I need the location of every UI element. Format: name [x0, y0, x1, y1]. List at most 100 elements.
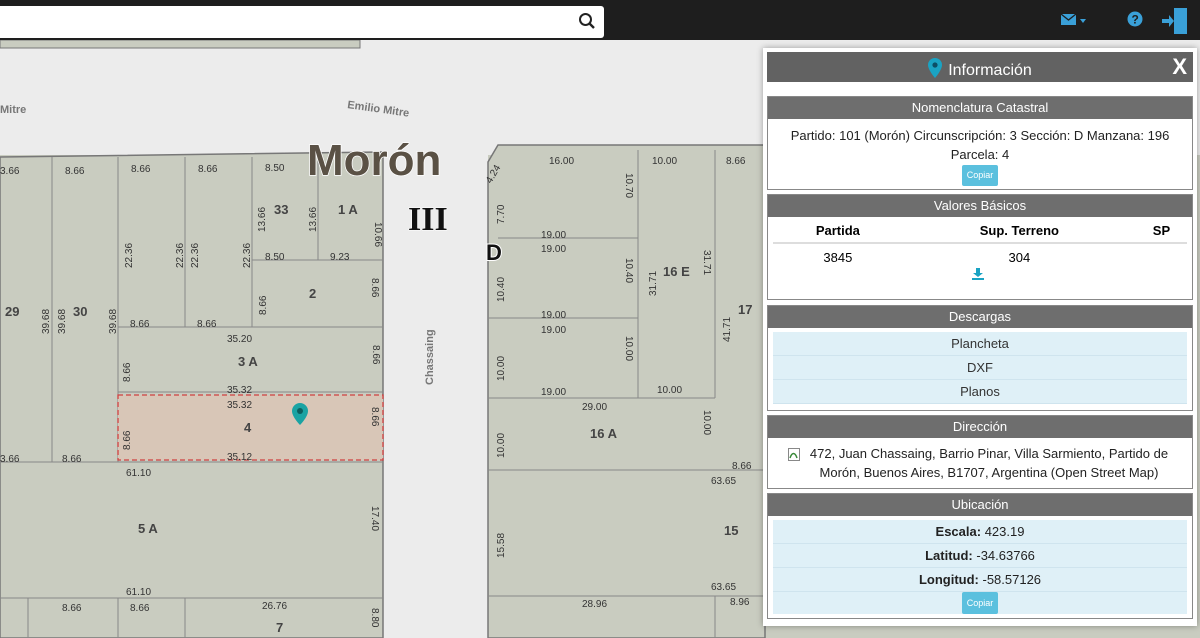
col-sp: SP	[1135, 217, 1187, 244]
svg-text:29.00: 29.00	[582, 402, 607, 413]
svg-text:19.00: 19.00	[541, 387, 566, 398]
valores-section: Valores Básicos Partida Sup. Terreno SP …	[767, 194, 1193, 300]
svg-text:39.68: 39.68	[57, 309, 68, 334]
exit-door-icon[interactable]	[1160, 7, 1190, 40]
search-icon[interactable]	[578, 12, 598, 32]
svg-text:63.65: 63.65	[711, 476, 736, 487]
parcel-30: 30	[73, 304, 87, 319]
parcel-4: 4	[244, 420, 252, 435]
pdf-icon[interactable]	[788, 447, 800, 466]
svg-text:61.10: 61.10	[126, 587, 151, 598]
copy-nomenclatura-button[interactable]: Copiar	[961, 165, 999, 186]
svg-text:8.66: 8.66	[369, 278, 380, 298]
svg-text:8.96: 8.96	[730, 597, 750, 608]
question-icon[interactable]: ?	[1127, 11, 1143, 32]
svg-text:63.65: 63.65	[711, 582, 736, 593]
info-panel-title: Información	[948, 62, 1032, 79]
svg-text:8.66: 8.66	[197, 319, 217, 330]
svg-text:22.36: 22.36	[190, 243, 201, 268]
close-button[interactable]: X	[1172, 54, 1187, 80]
svg-text:61.10: 61.10	[126, 468, 151, 479]
longitud-value: -58.57126	[982, 572, 1042, 587]
envelope-icon[interactable]	[1060, 11, 1088, 34]
section-label: III	[408, 201, 448, 238]
parcel-17: 17	[738, 302, 752, 317]
svg-text:26.76: 26.76	[262, 601, 287, 612]
sup-terreno-value: 304	[1008, 250, 1031, 265]
svg-text:17.40: 17.40	[369, 506, 380, 531]
download-icon[interactable]	[763, 267, 1192, 286]
valores-table: Partida Sup. Terreno SP 3845 304	[773, 217, 1187, 267]
svg-text:22.36: 22.36	[124, 243, 135, 268]
parcel-15: 15	[724, 523, 738, 538]
svg-text:10.00: 10.00	[623, 336, 634, 361]
svg-text:39.68: 39.68	[108, 309, 119, 334]
svg-text:16.00: 16.00	[549, 156, 574, 167]
parcel-5a: 5 A	[138, 521, 158, 536]
svg-text:10.00: 10.00	[652, 156, 677, 167]
parcel-7: 7	[276, 620, 283, 635]
svg-text:35.12: 35.12	[227, 452, 252, 463]
latitud-value: -34.63766	[976, 548, 1035, 563]
download-dxf-link[interactable]: DXF	[773, 356, 1187, 380]
svg-text:10.00: 10.00	[496, 356, 507, 381]
nomenclatura-text: Partido: 101 (Morón) Circunscripción: 3 …	[790, 128, 1170, 162]
svg-text:35.32: 35.32	[227, 400, 252, 411]
nomenclatura-section: Nomenclatura Catastral Partido: 101 (Mor…	[767, 96, 1193, 190]
svg-text:9.23: 9.23	[330, 252, 350, 263]
svg-text:22.36: 22.36	[175, 243, 186, 268]
parcel-3a: 3 A	[238, 354, 258, 369]
manzana-label: D	[486, 240, 502, 265]
svg-text:8.80: 8.80	[369, 608, 380, 628]
svg-text:19.00: 19.00	[541, 230, 566, 241]
svg-text:?: ?	[1132, 13, 1139, 27]
svg-text:8.66: 8.66	[130, 319, 150, 330]
parcel-33: 33	[274, 202, 288, 217]
svg-text:8.66: 8.66	[732, 461, 752, 472]
info-panel-header: Información X	[767, 52, 1193, 82]
ubicacion-section: Ubicación Escala: 423.19 Latitud: -34.63…	[767, 493, 1193, 619]
parcel-16a: 16 A	[590, 426, 618, 441]
svg-text:35.32: 35.32	[227, 385, 252, 396]
svg-text:10.70: 10.70	[623, 173, 634, 198]
escala-value: 423.19	[984, 524, 1025, 539]
parcel-16e: 16 E	[663, 264, 690, 279]
parcel-1a: 1 A	[338, 202, 358, 217]
copy-ubicacion-button[interactable]: Copiar	[961, 592, 999, 614]
info-panel: Información X Nomenclatura Catastral Par…	[763, 48, 1197, 626]
svg-text:13.66: 13.66	[308, 207, 319, 232]
map-pin-icon	[928, 58, 943, 83]
svg-text:8.66: 8.66	[369, 407, 380, 427]
sp-value	[1136, 243, 1187, 267]
svg-text:19.00: 19.00	[541, 244, 566, 255]
valores-header: Valores Básicos	[768, 195, 1192, 217]
direccion-section: Dirección 472, Juan Chassaing, Barrio Pi…	[767, 415, 1193, 489]
download-planos-link[interactable]: Planos	[773, 380, 1187, 404]
svg-text:35.20: 35.20	[227, 334, 252, 345]
parcel-2: 2	[309, 286, 316, 301]
street-label-chassaing: Chassaing	[424, 329, 436, 385]
svg-text:28.96: 28.96	[582, 599, 607, 610]
svg-text:8.66: 8.66	[131, 164, 151, 175]
svg-text:10.00: 10.00	[496, 433, 507, 458]
ubicacion-header: Ubicación	[768, 494, 1192, 516]
search-input[interactable]	[0, 6, 576, 36]
svg-text:10.40: 10.40	[623, 258, 634, 283]
svg-text:10.66: 10.66	[372, 222, 383, 247]
svg-text:41.71: 41.71	[722, 317, 733, 342]
svg-text:22.36: 22.36	[242, 243, 253, 268]
top-toolbar: ?	[0, 0, 1200, 40]
svg-text:31.71: 31.71	[648, 271, 659, 296]
latitud-row: Latitud: -34.63766	[773, 544, 1187, 568]
svg-text:31.71: 31.71	[701, 250, 712, 275]
svg-text:8.66: 8.66	[726, 156, 746, 167]
parcel-29: 29	[5, 304, 19, 319]
svg-text:15.58: 15.58	[496, 533, 507, 558]
download-plancheta-link[interactable]: Plancheta	[773, 332, 1187, 356]
nomenclatura-header: Nomenclatura Catastral	[768, 97, 1192, 119]
direccion-text: 472, Juan Chassaing, Barrio Pinar, Villa…	[809, 446, 1169, 480]
svg-text:8.66: 8.66	[198, 164, 218, 175]
search-box	[0, 6, 604, 38]
svg-text:7.70: 7.70	[496, 204, 507, 224]
svg-text:8.50: 8.50	[265, 163, 285, 174]
